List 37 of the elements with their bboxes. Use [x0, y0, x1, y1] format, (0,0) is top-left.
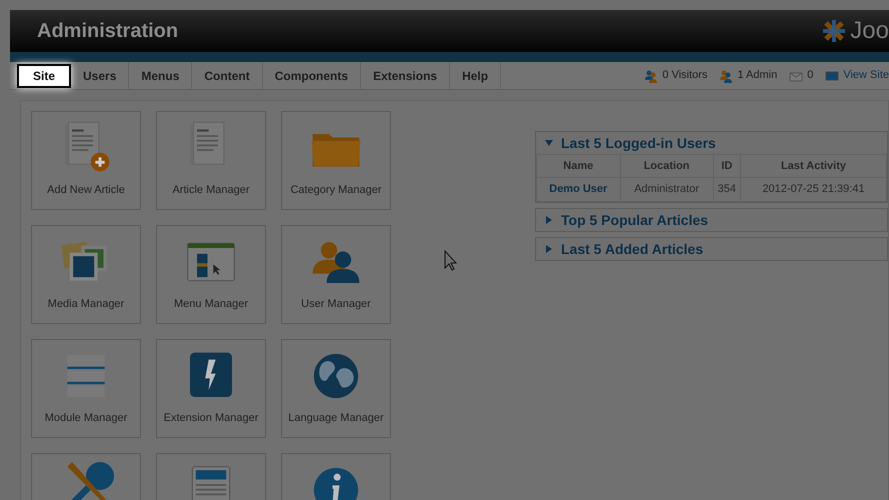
panel-title[interactable]: Top 5 Popular Articles — [561, 210, 708, 230]
logo-text: Joo — [850, 19, 889, 43]
header-title: Administration — [37, 19, 178, 44]
quick-icon-tile[interactable]: Menu Manager — [156, 225, 266, 324]
column-header: Name — [536, 154, 620, 178]
column-header: Last Activity — [740, 154, 886, 178]
users-icon — [644, 68, 658, 82]
menu-tab[interactable]: Site — [17, 64, 72, 88]
menu-tab[interactable]: Extensions — [361, 62, 450, 89]
menu-tab[interactable]: Components — [262, 62, 362, 89]
panel-title[interactable]: Last 5 Logged-in Users — [561, 132, 716, 154]
cursor-icon — [444, 250, 457, 271]
quick-icon-tile[interactable]: User Manager — [281, 225, 391, 324]
menu-tab[interactable]: Content — [192, 62, 263, 89]
table-cell: Administrator — [620, 178, 714, 202]
status-count: 0 Visitors — [662, 68, 708, 84]
user-link[interactable]: Demo User — [536, 178, 620, 202]
menu-tab[interactable]: Menus — [129, 62, 192, 89]
quick-icon-tile[interactable]: Article Manager — [156, 111, 266, 210]
menu-tab[interactable]: Users — [71, 62, 130, 89]
quick-icon-tile[interactable]: Language Manager — [281, 339, 391, 438]
quick-icon-tile[interactable]: Media Manager — [31, 225, 141, 324]
column-header: Location — [620, 154, 714, 178]
status-count: 0 — [807, 68, 814, 84]
status-count: 1 Admin — [737, 68, 778, 84]
quick-icon-tile[interactable]: Category Manager — [281, 111, 391, 210]
panel-title[interactable]: Last 5 Added Articles — [561, 238, 704, 260]
users-icon — [719, 68, 734, 82]
menu-tab[interactable]: Help — [450, 62, 502, 89]
column-header: ID — [713, 154, 741, 178]
table-cell: 354 — [713, 178, 741, 202]
quick-icon-tile[interactable]: Extension Manager — [156, 339, 266, 438]
quick-icon-tile[interactable]: Module Manager — [31, 339, 141, 438]
quick-icon-tile[interactable]: Add New Article — [31, 111, 141, 210]
monitor-icon — [825, 68, 840, 82]
table-cell: 2012-07-25 21:39:41 — [740, 178, 886, 202]
view-site-link[interactable]: View Site — [843, 67, 889, 84]
